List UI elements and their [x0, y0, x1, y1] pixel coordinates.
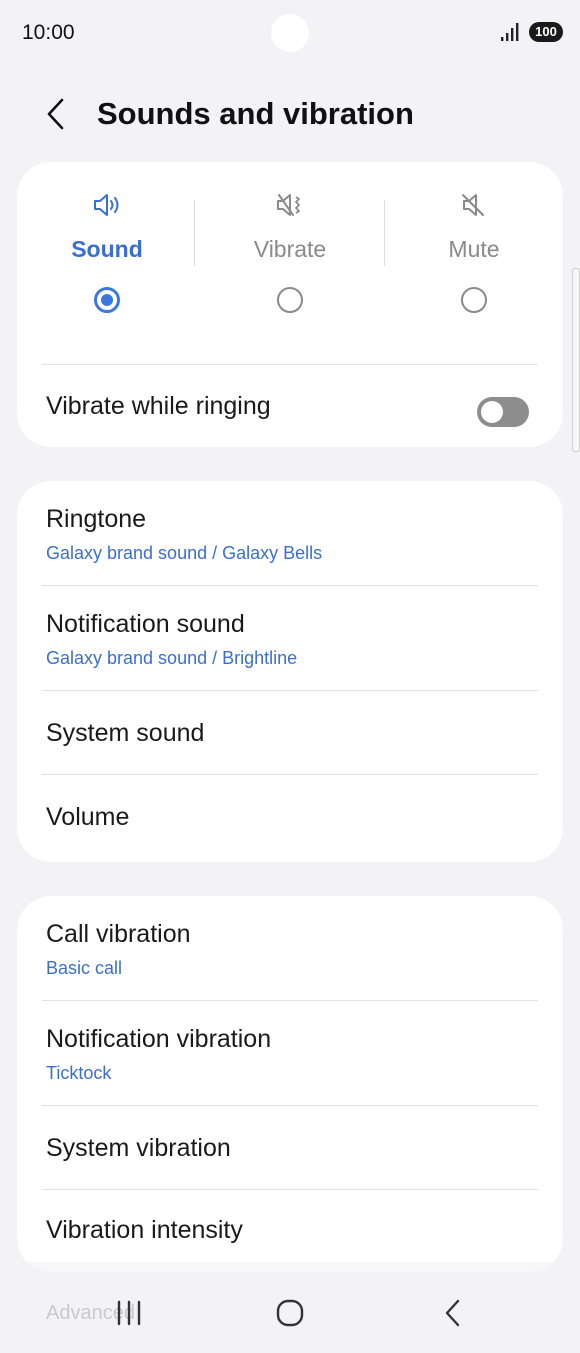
vibration-intensity-title: Vibration intensity	[46, 1216, 243, 1244]
back-icon[interactable]	[431, 1293, 475, 1333]
mute-icon	[462, 194, 484, 216]
system-sound-title: System sound	[46, 719, 205, 747]
vibration-card: Call vibration Basic call Notification v…	[17, 896, 563, 1272]
volume-row[interactable]: Volume	[17, 775, 563, 862]
volume-title: Volume	[46, 803, 130, 831]
vibrate-while-ringing-row[interactable]: Vibrate while ringing	[17, 365, 563, 447]
mode-option-vibrate[interactable]: Vibrate	[200, 188, 380, 328]
battery-icon: 100	[529, 22, 563, 42]
sounds-card: Ringtone Galaxy brand sound / Galaxy Bel…	[17, 481, 563, 862]
vibrate-while-ringing-label: Vibrate while ringing	[46, 392, 271, 420]
camera-cutout	[271, 14, 309, 52]
mode-option-mute[interactable]: Mute	[384, 188, 564, 328]
system-vibration-title: System vibration	[46, 1134, 231, 1162]
notification-vibration-subtitle: Ticktock	[46, 1063, 112, 1083]
scrollbar[interactable]	[572, 268, 580, 452]
mode-label-vibrate: Vibrate	[253, 236, 327, 262]
ringtone-subtitle: Galaxy brand sound / Galaxy Bells	[46, 543, 323, 563]
recent-apps-icon[interactable]	[107, 1293, 151, 1333]
mode-label-sound: Sound	[71, 236, 143, 262]
ringtone-row[interactable]: Ringtone Galaxy brand sound / Galaxy Bel…	[17, 481, 563, 585]
call-vibration-title: Call vibration	[46, 920, 191, 948]
back-arrow-icon[interactable]	[40, 96, 72, 132]
vibrate-while-ringing-toggle[interactable]	[477, 397, 529, 427]
notification-vibration-title: Notification vibration	[46, 1025, 272, 1053]
speaker-icon	[94, 194, 119, 216]
status-bar: 10:00 100	[0, 0, 580, 64]
ringtone-title: Ringtone	[46, 505, 147, 533]
radio-mute[interactable]	[461, 287, 487, 313]
status-time: 10:00	[22, 21, 75, 44]
system-sound-row[interactable]: System sound	[17, 691, 563, 774]
sound-mode-card: Sound Vibrate Mute Vibrate while ringing	[17, 162, 563, 447]
call-vibration-row[interactable]: Call vibration Basic call	[17, 896, 563, 1000]
system-vibration-row[interactable]: System vibration	[17, 1106, 563, 1189]
mode-label-mute: Mute	[448, 236, 500, 262]
notification-vibration-row[interactable]: Notification vibration Ticktock	[17, 1001, 563, 1105]
notification-sound-row[interactable]: Notification sound Galaxy brand sound / …	[17, 586, 563, 690]
notification-sound-title: Notification sound	[46, 610, 245, 638]
vibrate-icon	[277, 194, 300, 216]
signal-icon	[501, 23, 519, 41]
page-title: Sounds and vibration	[97, 96, 414, 131]
mode-option-sound[interactable]: Sound	[17, 188, 197, 328]
vibration-intensity-row[interactable]: Vibration intensity	[17, 1190, 563, 1272]
radio-vibrate[interactable]	[277, 287, 303, 313]
notification-sound-subtitle: Galaxy brand sound / Brightline	[46, 648, 298, 668]
radio-sound[interactable]	[94, 287, 120, 313]
home-icon[interactable]	[268, 1293, 312, 1333]
app-header: Sounds and vibration	[0, 80, 580, 146]
toggle-knob	[481, 401, 503, 423]
call-vibration-subtitle: Basic call	[46, 958, 123, 978]
mode-divider	[194, 200, 195, 266]
